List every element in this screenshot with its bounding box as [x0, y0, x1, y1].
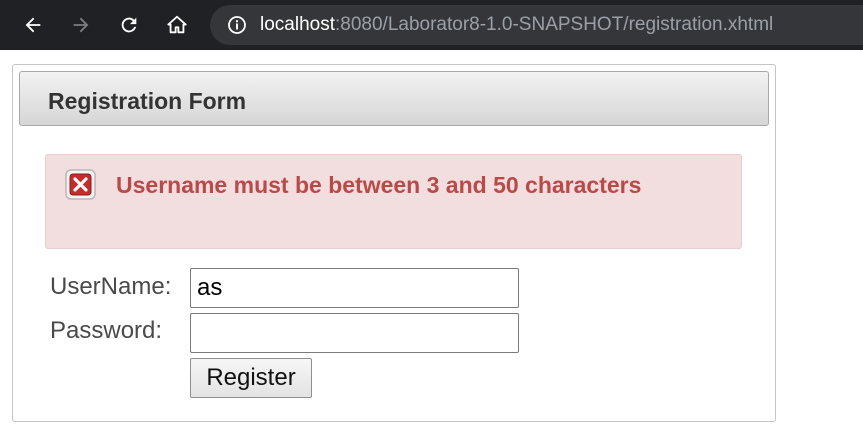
password-label: Password:	[50, 317, 163, 344]
reload-button[interactable]	[111, 7, 147, 43]
password-field[interactable]	[190, 313, 519, 353]
browser-toolbar: localhost:8080/Laborator8-1.0-SNAPSHOT/r…	[0, 0, 863, 50]
error-close-icon	[65, 169, 96, 200]
home-icon	[167, 15, 187, 34]
forward-button[interactable]	[63, 7, 99, 43]
info-icon[interactable]	[227, 15, 247, 35]
url-path: :8080/Laborator8-1.0-SNAPSHOT/registrati…	[335, 14, 774, 35]
panel-header: Registration Form	[19, 71, 769, 126]
address-bar[interactable]: localhost:8080/Laborator8-1.0-SNAPSHOT/r…	[210, 5, 863, 45]
forward-arrow-icon	[73, 17, 89, 33]
reload-icon	[121, 17, 137, 33]
error-messages: Username must be between 3 and 50 charac…	[45, 154, 742, 249]
username-label: UserName:	[50, 273, 172, 300]
back-button[interactable]	[15, 7, 51, 43]
home-button[interactable]	[159, 7, 195, 43]
registration-panel: Registration Form Username must be betwe…	[12, 64, 776, 422]
page-title: Registration Form	[48, 88, 247, 114]
error-message-text: Username must be between 3 and 50 charac…	[116, 172, 642, 198]
url-text[interactable]: localhost:8080/Laborator8-1.0-SNAPSHOT/r…	[260, 14, 773, 36]
username-field[interactable]	[190, 268, 519, 308]
back-arrow-icon	[25, 17, 41, 33]
register-button[interactable]: Register	[190, 358, 312, 398]
url-host: localhost	[260, 14, 335, 35]
